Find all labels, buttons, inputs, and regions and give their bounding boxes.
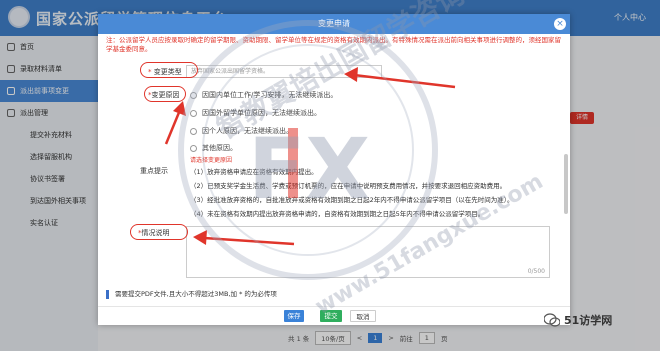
- wechat-icon: [544, 313, 560, 327]
- close-icon[interactable]: ×: [554, 18, 566, 30]
- dialog-scrollbar[interactable]: [564, 154, 568, 214]
- key-points-label: 重点提示: [140, 167, 168, 175]
- watermark-fx: FX: [248, 120, 371, 218]
- brand-name: 51访学网: [564, 314, 613, 327]
- highlight-change-type: [140, 62, 198, 78]
- brand-badge: 51访学网: [544, 312, 612, 328]
- save-button[interactable]: 保存: [284, 310, 304, 322]
- char-counter: 0/500: [527, 268, 545, 275]
- cancel-button[interactable]: 取消: [350, 310, 376, 322]
- highlight-description: [130, 224, 188, 240]
- pdf-upload-note: 需要提交PDF文件,且大小不得超过3MB,加 * 的为必传项: [106, 290, 277, 299]
